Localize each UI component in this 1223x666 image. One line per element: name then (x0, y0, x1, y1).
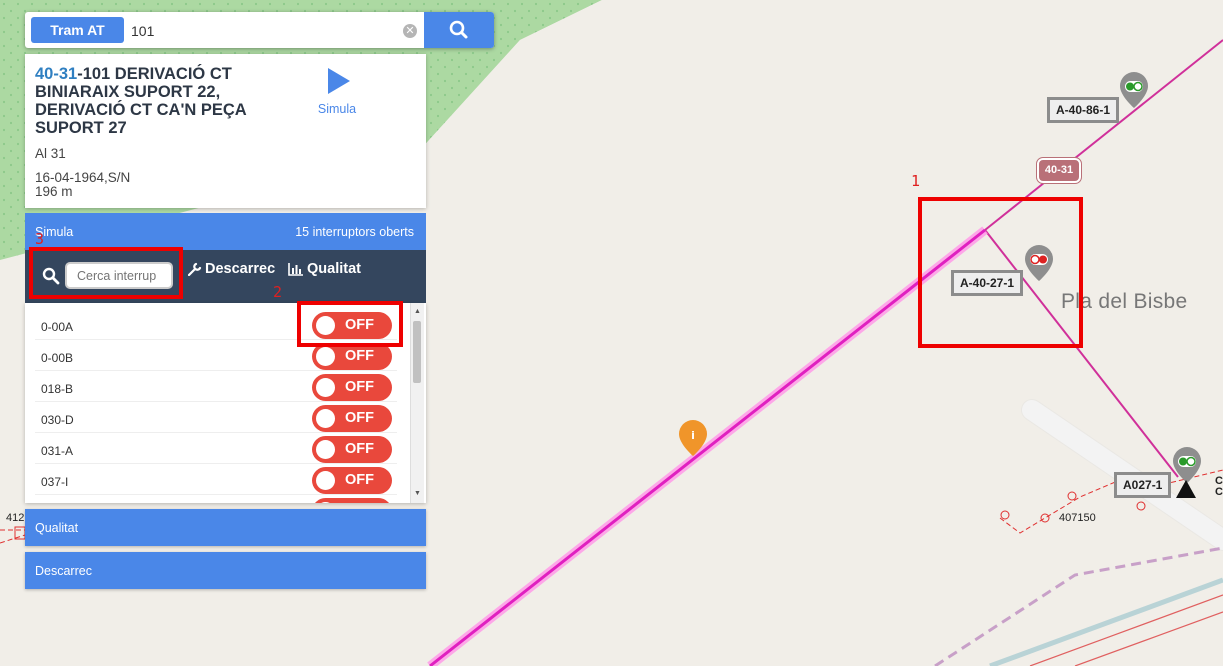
line-badge[interactable]: 40-31 (1036, 157, 1082, 184)
feature-code: 40-31 (35, 65, 78, 83)
annotation-number-1: 1 (911, 172, 921, 190)
annotation-box-1 (918, 197, 1083, 348)
descarrec-panel-header[interactable]: Descarrec (25, 552, 426, 589)
switch-label: 0-00A (41, 320, 74, 334)
simula-button[interactable]: Simula (307, 67, 367, 116)
toggle-knob (316, 378, 335, 397)
annotation-box-2 (297, 301, 403, 347)
simula-button-label: Simula (317, 102, 357, 116)
switch-toggle[interactable]: OFF (312, 374, 392, 401)
toggle-knob (316, 347, 335, 366)
annotation-box-3 (29, 247, 183, 299)
switch-row: 037-I OFF (35, 463, 397, 495)
feature-info-card: 40-31-101 DERIVACIÓ CT BINIARAIX SUPORT 2… (25, 54, 426, 208)
map-number-label-left: 412 (6, 512, 25, 524)
switch-label: 018-B (41, 382, 74, 396)
toggle-knob (316, 409, 335, 428)
switch-label: 031-A (41, 444, 74, 458)
switch-row: 018-B OFF (35, 370, 397, 402)
wrench-icon (188, 262, 202, 276)
search-button[interactable] (424, 12, 494, 48)
feature-name-line: DERIVACIÓ CT CA'N PEÇA (35, 101, 247, 119)
feature-date: 16-04-1964,S/N (35, 170, 131, 185)
map-number-label: 407150 (1059, 512, 1096, 524)
play-icon (328, 68, 350, 94)
toggle-knob (316, 440, 335, 459)
switch-state: OFF (345, 410, 374, 426)
toggle-knob (316, 502, 335, 503)
feature-title: 40-31-101 DERIVACIÓ CT BINIARAIX SUPORT 2… (35, 65, 285, 137)
switch-label: 030-D (41, 413, 74, 427)
switch-toggle[interactable]: OFF (312, 436, 392, 463)
switch-label: 037-I (41, 475, 69, 489)
switch-toggle[interactable]: OFF (312, 405, 392, 432)
descarrec-button[interactable]: Descarrec (188, 261, 275, 277)
switch-row: OFF (35, 494, 397, 503)
switch-label: 0-00B (41, 351, 74, 365)
annotation-number-3: 3 (35, 230, 45, 248)
map-label-a-40-86-1[interactable]: A-40-86-1 (1047, 97, 1120, 123)
switch-toggle[interactable]: OFF (312, 343, 392, 370)
switch-state: OFF (345, 379, 374, 395)
svg-text:i: i (691, 429, 695, 442)
feature-name-line: SUPORT 27 (35, 119, 127, 137)
feature-name-line: -101 DERIVACIÓ CT (77, 65, 232, 83)
scroll-down-icon[interactable]: ▼ (411, 487, 424, 501)
search-bar: Tram AT ✕ (25, 12, 494, 48)
feature-material: Al 31 (35, 146, 66, 161)
qualitat-panel-header[interactable]: Qualitat (25, 509, 426, 546)
bar-chart-icon (288, 263, 303, 276)
open-switches-count: 15 interruptors oberts (295, 225, 414, 239)
feature-name-line: BINIARAIX SUPORT 22, (35, 83, 221, 101)
descarrec-label: Descarrec (205, 261, 276, 277)
switch-list-scrollbar[interactable]: ▲ ▼ (410, 303, 424, 503)
map-edge-label: C C (1215, 475, 1223, 498)
toggle-knob (316, 471, 335, 490)
qualitat-button[interactable]: Qualitat (288, 261, 361, 277)
annotation-number-2: 2 (273, 283, 283, 301)
switch-state: OFF (345, 348, 374, 364)
qualitat-label: Qualitat (307, 261, 361, 277)
scroll-thumb[interactable] (413, 321, 421, 383)
switch-state: OFF (345, 441, 374, 457)
clear-circle-icon[interactable]: ✕ (403, 24, 417, 38)
switch-row: 030-D OFF (35, 401, 397, 433)
scroll-up-icon[interactable]: ▲ (411, 305, 424, 319)
feature-length: 196 m (35, 184, 73, 199)
switch-row: 031-A OFF (35, 432, 397, 464)
switch-toggle[interactable]: OFF (312, 467, 392, 494)
search-type-button[interactable]: Tram AT (31, 17, 124, 43)
switch-toggle[interactable]: OFF (312, 498, 392, 503)
map-label-a027-1[interactable]: A027-1 (1114, 472, 1172, 498)
search-input[interactable] (129, 18, 403, 44)
switch-state: OFF (345, 472, 374, 488)
simula-panel-header[interactable]: Simula 15 interruptors oberts (25, 213, 426, 250)
search-icon (449, 20, 468, 39)
